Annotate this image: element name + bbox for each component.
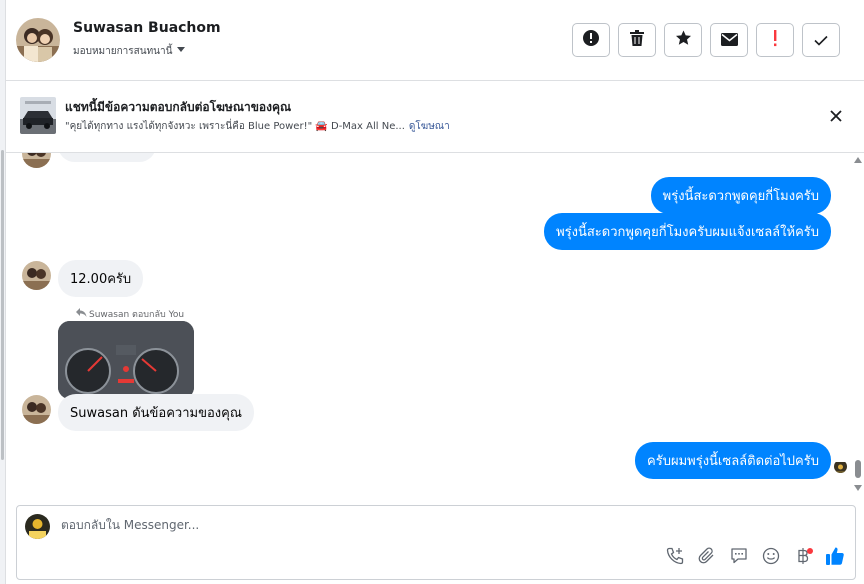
- star-icon: [675, 30, 692, 50]
- ad-thumbnail[interactable]: [20, 97, 56, 134]
- scrollbar-thumb[interactable]: [855, 460, 861, 478]
- reply-indicator: Suwasan ตอบกลับ You: [76, 307, 184, 321]
- assign-conversation-dropdown[interactable]: มอบหมายการสนทนานี้: [73, 44, 186, 59]
- assign-label: มอบหมายการสนทนานี้: [73, 46, 173, 57]
- mark-spam-button[interactable]: [572, 23, 610, 57]
- incoming-message[interactable]: 12.00ครับ: [58, 260, 144, 297]
- star-button[interactable]: [664, 23, 702, 57]
- seen-avatar: [834, 460, 847, 473]
- mail-icon: [720, 31, 738, 50]
- delete-button[interactable]: [618, 23, 656, 57]
- scroll-up-arrow-icon[interactable]: [854, 157, 862, 163]
- smiley-icon: [762, 547, 780, 569]
- contact-name[interactable]: Suwasan Buachom: [73, 20, 221, 36]
- composer-toolbar: [665, 546, 845, 570]
- chat-bubble-icon: [730, 547, 748, 569]
- emoji-button[interactable]: [761, 547, 781, 569]
- message-bubble-partial: [58, 153, 156, 162]
- reply-arrow-icon: [76, 308, 87, 320]
- alert-circle-icon: [582, 29, 600, 51]
- attach-button[interactable]: [697, 547, 717, 569]
- scroll-down-arrow-icon[interactable]: [854, 485, 862, 491]
- message-composer: [16, 505, 856, 580]
- saved-replies-button[interactable]: [729, 548, 749, 568]
- check-icon: [814, 31, 828, 50]
- phone-plus-icon: [666, 547, 684, 569]
- banner-subtitle-row: "คุยได้ทุกทาง แรงได้ทุกจังหวะ เพราะนี่คื…: [65, 119, 450, 134]
- trash-icon: [629, 29, 645, 51]
- close-banner-button[interactable]: [828, 108, 844, 124]
- reply-hint-text: Suwasan ตอบกลับ You: [89, 310, 185, 320]
- view-ad-link[interactable]: ดูโฆษณา: [409, 119, 450, 134]
- chevron-down-icon: [176, 46, 186, 57]
- like-button[interactable]: [825, 546, 845, 570]
- outgoing-message[interactable]: ครับผมพรุ่งนี้เซลล์ติดต่อไปครับ: [635, 442, 831, 479]
- page-avatar: [25, 514, 50, 539]
- contact-avatar-small: [22, 261, 51, 290]
- contact-avatar-small: [22, 153, 51, 168]
- outgoing-message[interactable]: พรุ่งนี้สะดวกพูดคุยกี่โมงครับผมแจ้งเซลล์…: [544, 213, 831, 250]
- contact-avatar[interactable]: [16, 18, 60, 62]
- ad-reply-banner: แชทนี้มีข้อความตอบกลับต่อโฆษณาของคุณ "คุ…: [6, 81, 864, 153]
- left-scrollbar[interactable]: [1, 150, 4, 460]
- call-button[interactable]: [665, 547, 685, 569]
- payment-button[interactable]: [793, 548, 813, 568]
- contact-avatar-small: [22, 395, 51, 424]
- ad-caption: "คุยได้ทุกทาง แรงได้ทุกจังหวะ เพราะนี่คื…: [65, 121, 405, 132]
- mark-done-button[interactable]: [802, 23, 840, 57]
- banner-title: แชทนี้มีข้อความตอบกลับต่อโฆษณาของคุณ: [65, 100, 292, 114]
- thread-scrollbar[interactable]: [852, 153, 864, 495]
- reply-input[interactable]: [61, 518, 821, 532]
- conversation-actions: [572, 23, 840, 57]
- exclamation-icon: [772, 29, 778, 51]
- notification-dot: [807, 548, 813, 554]
- follow-up-button[interactable]: [756, 23, 794, 57]
- conversation-header: Suwasan Buachom มอบหมายการสนทนานี้: [6, 0, 864, 81]
- thumbs-up-icon: [825, 546, 845, 570]
- outgoing-message[interactable]: พรุ่งนี้สะดวกพูดคุยกี่โมงครับ: [650, 177, 831, 214]
- mark-unread-button[interactable]: [710, 23, 748, 57]
- close-icon: [828, 109, 844, 128]
- incoming-message[interactable]: Suwasan ดันข้อความของคุณ: [58, 394, 254, 431]
- message-thread[interactable]: พรุ่งนี้สะดวกพูดคุยกี่โมงครับ พรุ่งนี้สะ…: [6, 153, 864, 495]
- quoted-image[interactable]: [58, 321, 194, 399]
- paperclip-icon: [698, 547, 716, 569]
